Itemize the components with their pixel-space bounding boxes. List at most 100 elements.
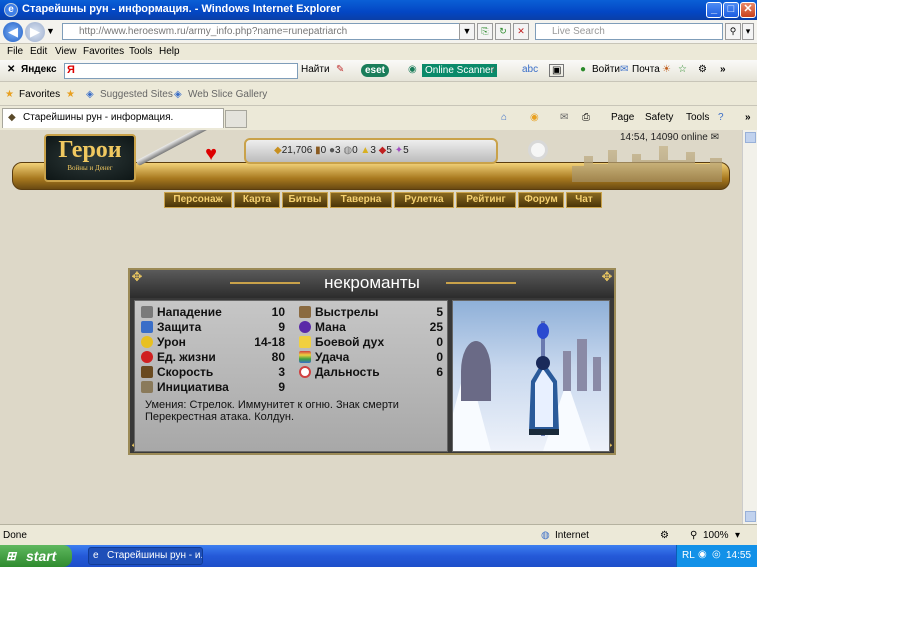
online-status: 14:54, 14090 online ✉	[620, 132, 720, 143]
gems-value: 5	[403, 145, 409, 156]
mail-read-icon[interactable]: ✉	[560, 112, 568, 123]
language-indicator[interactable]: RL	[682, 550, 695, 561]
address-bar: ◀ ▶ ▼ http://www.heroeswm.ru/army_info.p…	[0, 20, 757, 44]
settings-gear-icon[interactable]: ⚙	[698, 64, 707, 75]
stop-icon[interactable]: ✕	[513, 23, 529, 40]
start-button[interactable]: ⊞ start	[0, 545, 72, 567]
unit-card: некроманты ✥ ✥ ✥ ✥ Нападение10 Защита9 У…	[128, 268, 616, 455]
title-bar: e Старейшны рун - информация. - Windows …	[0, 0, 757, 20]
feeds-icon[interactable]: ◉	[530, 112, 539, 123]
login-icon[interactable]: ●	[580, 64, 586, 75]
health-heart-icon: ♥	[205, 143, 217, 165]
nav-roulette[interactable]: Рулетка	[394, 192, 454, 208]
tray-app-icon[interactable]: ◉	[698, 549, 707, 560]
menu-help[interactable]: Help	[159, 46, 180, 57]
mail-box-icon[interactable]: ✉	[711, 132, 719, 143]
taskbar-ie-window[interactable]: e Старейшины рун - и...	[88, 547, 203, 565]
web-slice-gallery-link[interactable]: Web Slice Gallery	[188, 89, 267, 100]
scroll-down-icon[interactable]	[745, 511, 756, 522]
url-dropdown-icon[interactable]: ▼	[459, 23, 475, 40]
forward-button[interactable]: ▶	[25, 22, 45, 42]
home-icon[interactable]: ⌂	[501, 112, 507, 123]
chat-icon[interactable]: ◌	[490, 64, 496, 75]
nav-chat[interactable]: Чат	[566, 192, 602, 208]
zoom-dropdown-icon[interactable]: ▾	[735, 530, 740, 541]
vertical-scrollbar[interactable]	[742, 130, 757, 524]
eset-button[interactable]: eset	[361, 64, 390, 77]
online-scanner-button[interactable]: Online Scanner	[422, 64, 497, 77]
menu-favorites[interactable]: Favorites	[83, 46, 124, 57]
corner-ornament-icon: ✥	[131, 269, 143, 284]
nav-map[interactable]: Карта	[234, 192, 280, 208]
back-button[interactable]: ◀	[3, 22, 23, 42]
yandex-brand[interactable]: Яндекс	[21, 64, 57, 75]
history-dropdown-icon[interactable]: ▼	[46, 26, 55, 36]
eset-scanner-icon[interactable]: ◉	[408, 64, 417, 75]
bookmark-icon[interactable]: ☆	[678, 64, 687, 75]
close-button[interactable]: ✕	[740, 2, 756, 18]
taskbar-clock: 14:55	[726, 550, 752, 561]
stat-attack: Нападение 10	[141, 305, 285, 319]
search-options-icon[interactable]: ▾	[742, 23, 754, 40]
tools-menu[interactable]: Tools	[686, 112, 709, 123]
protected-mode-icon[interactable]: ⚙	[660, 530, 669, 541]
ie-task-icon: e	[93, 550, 99, 561]
scroll-up-icon[interactable]	[745, 132, 756, 143]
new-tab-button[interactable]	[225, 110, 247, 128]
url-field[interactable]: http://www.heroeswm.ru/army_info.php?nam…	[62, 23, 472, 40]
range-target-icon	[299, 366, 311, 378]
spellcheck-icon[interactable]: abc	[522, 64, 538, 75]
nav-forum[interactable]: Форум	[518, 192, 564, 208]
ring-icon[interactable]	[528, 140, 548, 160]
game-logo[interactable]: Герои Войны и Денег	[44, 134, 136, 182]
menu-edit[interactable]: Edit	[30, 46, 47, 57]
yandex-find-button[interactable]: Найти	[301, 64, 330, 75]
menu-file[interactable]: File	[7, 46, 23, 57]
mail-icon[interactable]: ✉	[620, 64, 628, 75]
shots-icon	[299, 306, 311, 318]
zoom-level[interactable]: 100%	[703, 530, 729, 541]
tab-active[interactable]: ◆ Старейшины рун - информация.	[2, 108, 224, 128]
favorites-button[interactable]: Favorites	[19, 89, 60, 100]
login-link[interactable]: Войти	[592, 64, 620, 75]
mercury-value: 0	[352, 145, 358, 156]
refresh-icon[interactable]: ↻	[495, 23, 511, 40]
toolbar-overflow-icon[interactable]: »	[720, 64, 726, 75]
add-favorites-icon[interactable]: ★	[66, 89, 75, 100]
gold-icon: ◆	[274, 145, 282, 156]
search-input[interactable]: Live Search	[535, 23, 723, 40]
suggested-sites-link[interactable]: Suggested Sites	[100, 89, 173, 100]
command-overflow-icon[interactable]: »	[745, 112, 751, 123]
nav-character[interactable]: Персонаж	[164, 192, 232, 208]
ornament-left	[230, 282, 300, 284]
compatibility-icon[interactable]: ⎘	[477, 23, 493, 40]
nav-tavern[interactable]: Таверна	[330, 192, 392, 208]
yandex-search-input[interactable]: Я	[64, 63, 298, 79]
favorites-star-icon: ★	[5, 89, 14, 100]
mail-link[interactable]: Почта	[632, 64, 660, 75]
menu-tools[interactable]: Tools	[129, 46, 152, 57]
nav-rating[interactable]: Рейтинг	[456, 192, 516, 208]
highlighter-icon[interactable]: ✎	[336, 64, 344, 75]
translate-icon[interactable]: ▣	[549, 64, 565, 77]
help-icon[interactable]: ?	[718, 112, 724, 123]
tray-security-icon[interactable]: ◎	[712, 549, 721, 560]
speed-icon	[141, 366, 153, 378]
unit-stats: Нападение 10 Защита 9 Урон 14-18 Ед. жизни 8…	[134, 300, 448, 452]
minimize-button[interactable]: _	[706, 2, 722, 18]
menu-view[interactable]: View	[55, 46, 77, 57]
stat-morale: Боевой дух 0	[299, 335, 443, 349]
weather-icon[interactable]: ☀	[662, 64, 671, 75]
toolbar-close-icon[interactable]: ✕	[7, 64, 15, 75]
search-icon[interactable]: ⚲	[725, 23, 741, 40]
favorites-bar: ★ Favorites ★ ◈ Suggested Sites ◈ Web Sl…	[0, 82, 757, 106]
zoom-icon[interactable]: ⚲	[690, 530, 697, 541]
sulfur-value: 3	[370, 145, 376, 156]
page-menu[interactable]: Page	[611, 112, 634, 123]
windows-logo-icon: ⊞	[6, 549, 17, 563]
maximize-button[interactable]: □	[723, 2, 739, 18]
print-icon[interactable]: ⎙	[582, 112, 590, 123]
yandex-toolbar: ✕ Яндекс Я Найти ✎ eset ◉ Online Scanner…	[0, 60, 757, 82]
nav-battles[interactable]: Битвы	[282, 192, 328, 208]
safety-menu[interactable]: Safety	[645, 112, 673, 123]
